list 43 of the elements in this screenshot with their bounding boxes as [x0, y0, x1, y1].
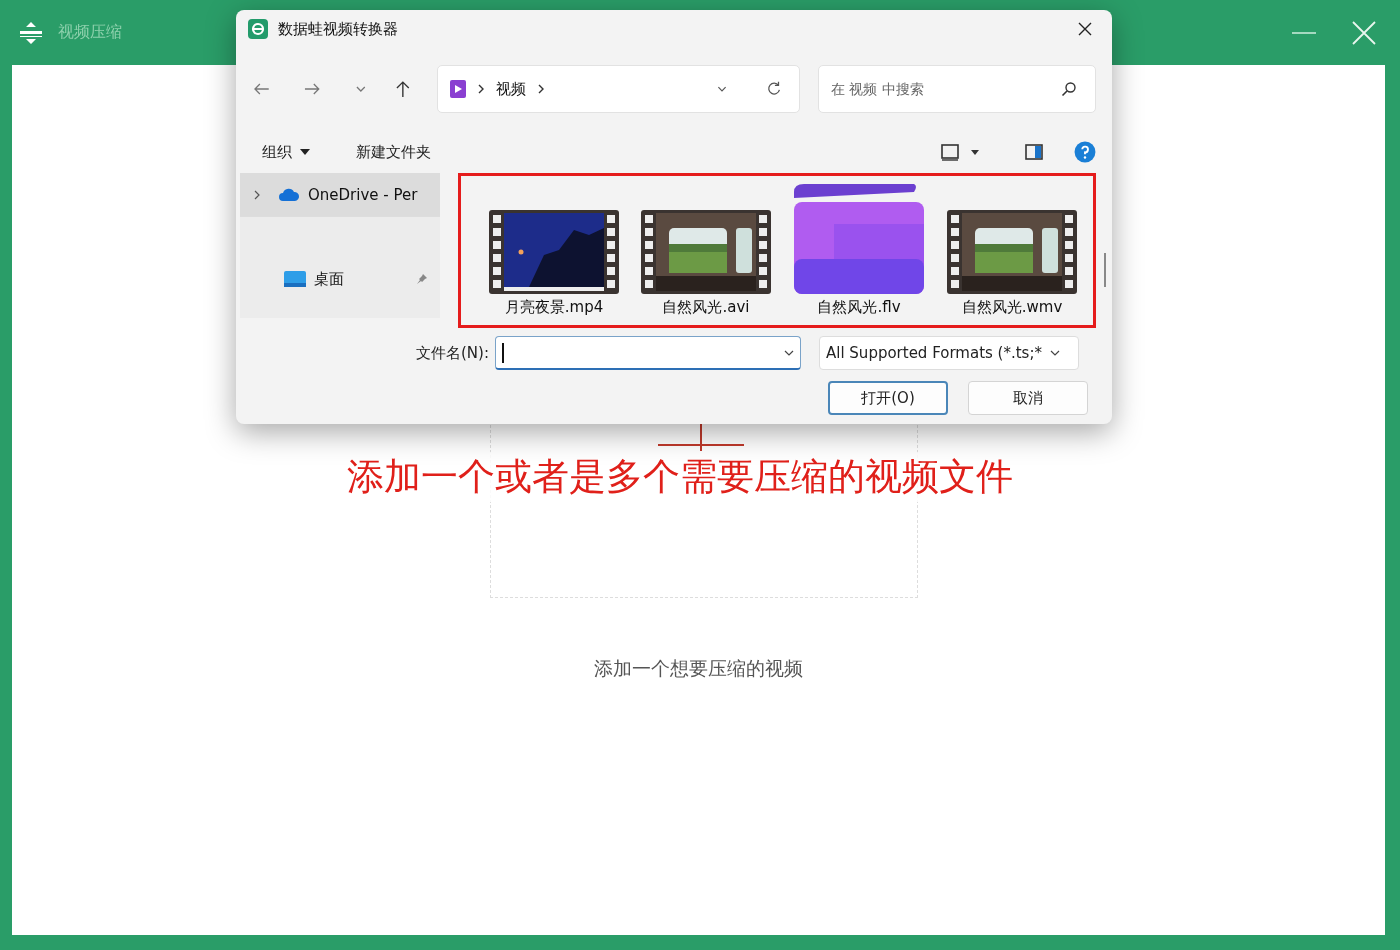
- preview-pane-icon[interactable]: [1024, 142, 1044, 162]
- nav-item[interactable]: 桌面: [240, 259, 440, 299]
- chevron-down-icon: [1050, 350, 1060, 356]
- chevron-right-icon: [477, 84, 484, 94]
- pin-icon[interactable]: [416, 273, 428, 285]
- organize-button[interactable]: 组织: [256, 138, 316, 166]
- file-name-field[interactable]: [495, 336, 801, 370]
- breadcrumb-item[interactable]: 视频: [495, 79, 526, 99]
- video-folder-icon: [449, 80, 466, 98]
- caret-icon[interactable]: [970, 147, 980, 157]
- search-box[interactable]: 在 视频 中搜索: [817, 65, 1096, 113]
- new-folder-button[interactable]: 新建文件夹: [350, 138, 437, 166]
- file-type-dropdown[interactable]: All Supported Formats (*.ts;*: [819, 336, 1079, 370]
- app-logo-icon: [248, 19, 268, 39]
- address-bar[interactable]: 视频: [436, 65, 800, 113]
- file-name: 月亮夜景.mp4: [504, 298, 604, 317]
- compress-icon: [18, 19, 44, 46]
- search-icon: [1061, 81, 1077, 97]
- app-title: 视频压缩: [58, 22, 122, 43]
- file-item[interactable]: 月亮夜景.mp4: [489, 210, 619, 317]
- file-name-label: 文件名(N):: [416, 343, 489, 363]
- file-item[interactable]: 自然风光.wmv: [947, 210, 1077, 317]
- chevron-down-icon[interactable]: [784, 349, 794, 356]
- desktop-icon: [284, 271, 306, 287]
- dialog-title: 数据蛙视频转换器: [278, 19, 398, 39]
- file-name: 自然风光.avi: [662, 298, 750, 317]
- drop-hint: 添加一个想要压缩的视频: [594, 656, 803, 681]
- file-item[interactable]: 自然风光.avi: [641, 210, 771, 317]
- open-button[interactable]: 打开(O): [828, 381, 948, 415]
- view-icon[interactable]: [940, 142, 960, 162]
- app-icon: [793, 184, 925, 294]
- search-field[interactable]: 在 视频 中搜索: [830, 74, 1061, 104]
- file-name: 自然风光.wmv: [961, 298, 1063, 317]
- caret-icon: [300, 149, 310, 155]
- nav-item[interactable]: OneDrive - Per: [240, 173, 440, 217]
- cancel-button[interactable]: 取消: [968, 381, 1088, 415]
- chevron-right-icon[interactable]: [537, 84, 544, 94]
- cloud-icon: [278, 186, 300, 203]
- file-name: 自然风光.flv: [817, 298, 901, 317]
- close-icon[interactable]: [1078, 22, 1092, 36]
- help-icon[interactable]: [1074, 141, 1096, 163]
- chevron-right-icon[interactable]: [254, 189, 260, 200]
- file-item[interactable]: 自然风光.flv: [793, 184, 925, 317]
